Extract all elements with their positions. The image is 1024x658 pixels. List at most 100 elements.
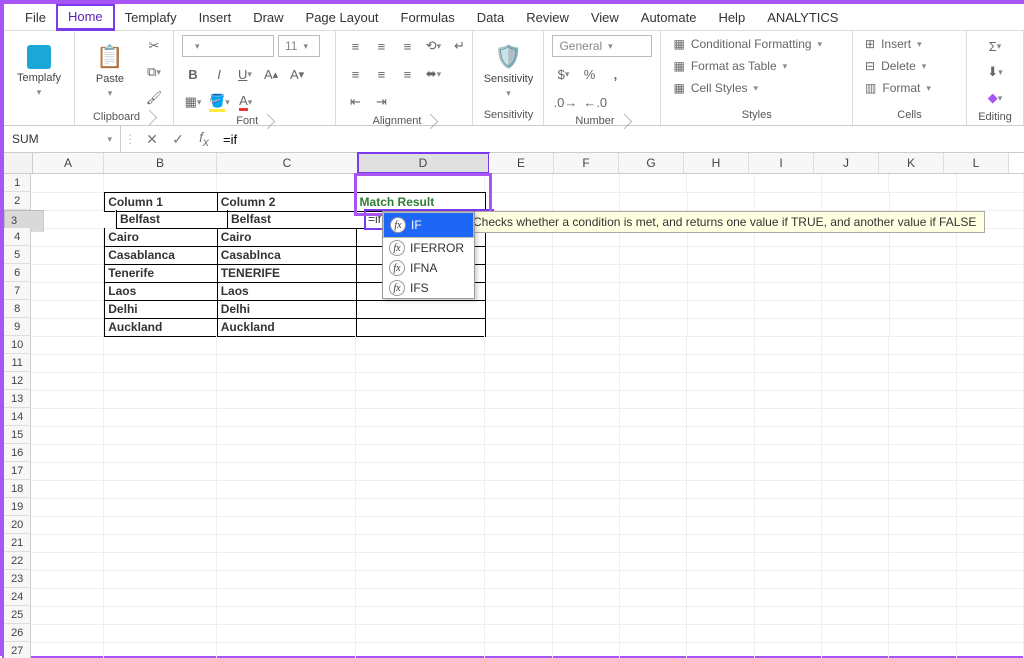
cell[interactable] <box>356 606 486 625</box>
cell[interactable] <box>822 336 889 355</box>
cell[interactable] <box>687 372 754 391</box>
templafy-button[interactable]: Templafy ▾ <box>12 35 66 107</box>
autocomplete-item[interactable]: fxIFNA <box>383 258 474 278</box>
cell[interactable] <box>485 498 552 517</box>
cell[interactable] <box>357 318 486 337</box>
cell[interactable] <box>217 336 356 355</box>
font-size-select[interactable]: 11▾ <box>278 35 320 57</box>
cell[interactable] <box>620 264 687 283</box>
orientation[interactable]: ⟲▾ <box>422 35 444 57</box>
cell[interactable] <box>957 570 1024 589</box>
cell[interactable] <box>822 534 889 553</box>
cell[interactable] <box>957 408 1024 427</box>
tab-automate[interactable]: Automate <box>630 6 708 29</box>
cut-button[interactable]: ✂ <box>143 35 165 57</box>
cell[interactable] <box>687 174 754 193</box>
cell[interactable] <box>889 354 956 373</box>
cell[interactable] <box>553 570 620 589</box>
cell[interactable] <box>485 174 552 193</box>
cell[interactable] <box>485 606 552 625</box>
cell[interactable] <box>553 480 620 499</box>
cell[interactable] <box>822 570 889 589</box>
autosum-button[interactable]: Σ▾ <box>975 35 1015 57</box>
cell[interactable] <box>889 426 956 445</box>
cell[interactable] <box>553 390 620 409</box>
col-header-J[interactable]: J <box>814 153 879 173</box>
col-header-H[interactable]: H <box>684 153 749 173</box>
insert-cells-button[interactable]: ⊞Insert▾ <box>861 35 958 53</box>
cell[interactable] <box>620 282 687 301</box>
cell[interactable] <box>957 444 1024 463</box>
row-header[interactable]: 17 <box>4 462 31 480</box>
paste-button[interactable]: 📋 Paste ▾ <box>83 35 137 107</box>
cell[interactable] <box>31 624 104 643</box>
cell[interactable] <box>889 552 956 571</box>
cell[interactable] <box>104 444 217 463</box>
cell[interactable]: Belfast <box>116 210 228 229</box>
cell[interactable] <box>957 498 1024 517</box>
cell[interactable] <box>486 192 553 211</box>
cell[interactable] <box>553 246 620 265</box>
col-header-A[interactable]: A <box>33 153 104 173</box>
cell[interactable] <box>687 354 754 373</box>
borders-button[interactable]: ▦▾ <box>182 91 204 113</box>
wrap-text[interactable]: ↵ <box>448 35 470 57</box>
cell[interactable] <box>755 390 822 409</box>
cell[interactable] <box>104 570 217 589</box>
cell[interactable] <box>822 498 889 517</box>
cell[interactable] <box>755 588 822 607</box>
tab-analytics[interactable]: ANALYTICS <box>756 6 849 29</box>
cell[interactable] <box>553 300 620 319</box>
row-header[interactable]: 15 <box>4 426 31 444</box>
cell[interactable] <box>822 588 889 607</box>
cell[interactable] <box>553 174 620 193</box>
row-header[interactable]: 7 <box>4 282 31 300</box>
cell[interactable] <box>957 246 1024 265</box>
decrease-font-button[interactable]: A▾ <box>286 63 308 85</box>
cell[interactable] <box>485 534 552 553</box>
cell[interactable] <box>620 444 687 463</box>
tab-templafy[interactable]: Templafy <box>114 6 188 29</box>
format-as-table-button[interactable]: ▦Format as Table▾ <box>669 57 844 75</box>
cell[interactable] <box>217 498 356 517</box>
cell[interactable] <box>104 624 217 643</box>
cell[interactable] <box>889 462 956 481</box>
cell[interactable] <box>755 498 822 517</box>
cell[interactable] <box>687 498 754 517</box>
cell[interactable] <box>31 336 104 355</box>
row-header[interactable]: 23 <box>4 570 31 588</box>
cell[interactable] <box>822 318 889 337</box>
cell[interactable] <box>822 246 889 265</box>
cell[interactable] <box>889 606 956 625</box>
cell[interactable] <box>31 606 104 625</box>
cell[interactable] <box>31 444 104 463</box>
cell[interactable] <box>217 390 356 409</box>
cell[interactable] <box>31 372 104 391</box>
format-painter-button[interactable]: 🖌 <box>143 87 165 109</box>
cell-styles-button[interactable]: ▦Cell Styles▾ <box>669 79 844 97</box>
cell[interactable] <box>620 480 687 499</box>
cell[interactable] <box>104 534 217 553</box>
cell[interactable] <box>822 606 889 625</box>
select-all-corner[interactable] <box>4 153 33 173</box>
cell[interactable] <box>755 336 822 355</box>
row-header[interactable]: 14 <box>4 408 31 426</box>
underline-button[interactable]: U▾ <box>234 63 256 85</box>
fill-button[interactable]: ⬇▾ <box>975 61 1015 83</box>
cell[interactable] <box>104 516 217 535</box>
row-header[interactable]: 25 <box>4 606 31 624</box>
cancel-formula-button[interactable]: ✕ <box>139 131 165 148</box>
cell[interactable] <box>822 354 889 373</box>
cell[interactable] <box>31 426 104 445</box>
cell[interactable] <box>822 372 889 391</box>
cell[interactable] <box>755 318 822 337</box>
cell[interactable] <box>486 318 553 337</box>
cell[interactable] <box>217 372 356 391</box>
merge[interactable]: ⬌▾ <box>422 63 444 85</box>
row-header[interactable]: 8 <box>4 300 31 318</box>
cell[interactable] <box>822 192 889 211</box>
cell[interactable] <box>31 174 104 193</box>
cell[interactable] <box>620 246 687 265</box>
cell[interactable] <box>104 390 217 409</box>
decrease-indent[interactable]: ⇤ <box>344 91 366 113</box>
